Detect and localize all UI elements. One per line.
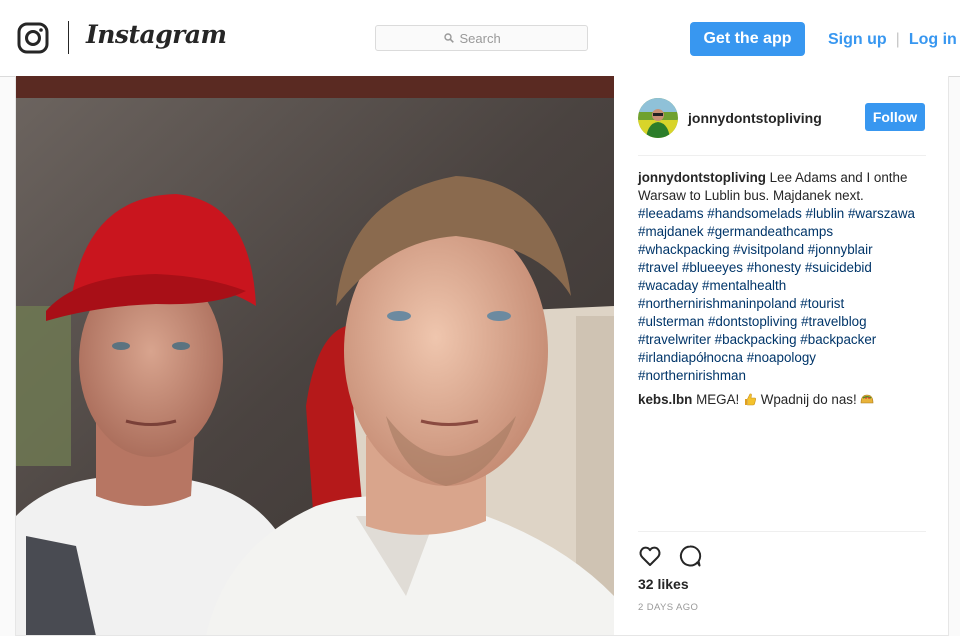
hashtag-link[interactable]: #noapology — [747, 350, 816, 365]
hashtag-link[interactable]: #mentalhealth — [702, 278, 786, 293]
hashtag-link[interactable]: #travel — [638, 260, 678, 275]
comment-text-before: MEGA! — [696, 392, 740, 407]
hashtag-link[interactable]: #travelblog — [801, 314, 867, 329]
caption-line: #northernirishmaninpoland #tourist — [638, 295, 930, 313]
search-icon — [443, 33, 454, 43]
caption-line: #travelwriter #backpacking #backpacker — [638, 331, 930, 349]
caption-line: jonnydontstopliving Lee Adams and I onth… — [638, 169, 930, 187]
hashtag-link[interactable]: #tourist — [800, 296, 844, 311]
hashtag-link[interactable]: #handsomelads — [707, 206, 802, 221]
caption-text: Warsaw to Lublin bus. Majdanek next. — [638, 188, 864, 203]
post-sidebar: jonnydontstopliving Follow jonnydontstop… — [615, 76, 948, 635]
taco-emoji — [861, 394, 874, 404]
hashtag-link[interactable]: #backpacking — [715, 332, 797, 347]
post-card: jonnydontstopliving Follow jonnydontstop… — [15, 76, 949, 636]
caption-line: #northernirishman — [638, 367, 930, 385]
instagram-wordmark[interactable]: Instagram — [86, 20, 227, 49]
top-navigation-bar: Instagram Get the app Sign up | Log in — [0, 0, 960, 77]
hashtag-link[interactable]: #lublin — [806, 206, 845, 221]
hashtag-link[interactable]: #northernirishman — [638, 368, 746, 383]
logo-divider — [68, 21, 69, 54]
search-input[interactable] — [459, 30, 520, 46]
post-actions — [638, 531, 926, 572]
sign-up-link[interactable]: Sign up — [828, 31, 887, 49]
heart-icon[interactable] — [638, 544, 662, 568]
post-photo[interactable] — [16, 76, 614, 635]
hashtag-link[interactable]: #visitpoland — [733, 242, 804, 257]
comment-username[interactable]: kebs.lbn — [638, 392, 692, 407]
post-caption: jonnydontstopliving Lee Adams and I onth… — [638, 169, 930, 385]
caption-line: Warsaw to Lublin bus. Majdanek next. — [638, 187, 930, 205]
hashtag-link[interactable]: #wacaday — [638, 278, 698, 293]
hashtag-link[interactable]: #travelwriter — [638, 332, 711, 347]
hashtag-link[interactable]: #northernirishmaninpoland — [638, 296, 797, 311]
caption-line: #leeadams #handsomelads #lublin #warszaw… — [638, 205, 930, 223]
post-header: jonnydontstopliving Follow — [638, 96, 926, 156]
caption-line: #wacaday #mentalhealth — [638, 277, 930, 295]
comment: kebs.lbn MEGA! Wpadnij do nas! — [638, 391, 930, 409]
hashtag-link[interactable]: #warszawa — [848, 206, 915, 221]
hashtag-link[interactable]: #suicidebid — [805, 260, 872, 275]
caption-line: #ulsterman #dontstopliving #travelblog — [638, 313, 930, 331]
hashtag-link[interactable]: #whackpacking — [638, 242, 730, 257]
hashtag-link[interactable]: #germandeathcamps — [707, 224, 833, 239]
caption-line: #whackpacking #visitpoland #jonnyblair — [638, 241, 930, 259]
hashtag-link[interactable]: #backpacker — [800, 332, 876, 347]
hashtag-link[interactable]: #ulsterman — [638, 314, 704, 329]
auth-links: Sign up | Log in — [828, 29, 957, 51]
caption-text: Lee Adams and I onthe — [769, 170, 908, 185]
get-the-app-button[interactable]: Get the app — [690, 22, 805, 56]
log-in-link[interactable]: Log in — [909, 31, 957, 49]
hashtag-link[interactable]: #honesty — [747, 260, 801, 275]
post-username[interactable]: jonnydontstopliving — [688, 110, 822, 126]
hashtag-link[interactable]: #dontstopliving — [708, 314, 797, 329]
hashtag-link[interactable]: #majdanek — [638, 224, 704, 239]
follow-button[interactable]: Follow — [865, 103, 925, 131]
comment-text-after: Wpadnij do nas! — [760, 392, 857, 407]
like-count[interactable]: 32 likes — [638, 576, 689, 592]
hashtag-link[interactable]: #leeadams — [638, 206, 704, 221]
hashtag-link[interactable]: #irlandiapółnocna — [638, 350, 743, 365]
avatar[interactable] — [638, 98, 678, 138]
caption-line: #travel #blueeyes #honesty #suicidebid — [638, 259, 930, 277]
post-timestamp[interactable]: 2 DAYS AGO — [638, 602, 698, 613]
hashtag-link[interactable]: #jonnyblair — [808, 242, 873, 257]
post-photo-image — [16, 76, 614, 635]
search-box[interactable] — [375, 25, 588, 51]
caption-line: #irlandiapółnocna #noapology — [638, 349, 930, 367]
caption-line: #majdanek #germandeathcamps — [638, 223, 930, 241]
thumbs-up-emoji — [744, 393, 756, 406]
caption-username[interactable]: jonnydontstopliving — [638, 170, 766, 185]
comment-icon[interactable] — [678, 544, 702, 568]
avatar-image — [638, 98, 678, 138]
instagram-camera-icon[interactable] — [17, 22, 49, 54]
hashtag-link[interactable]: #blueeyes — [682, 260, 743, 275]
auth-separator: | — [895, 31, 900, 48]
